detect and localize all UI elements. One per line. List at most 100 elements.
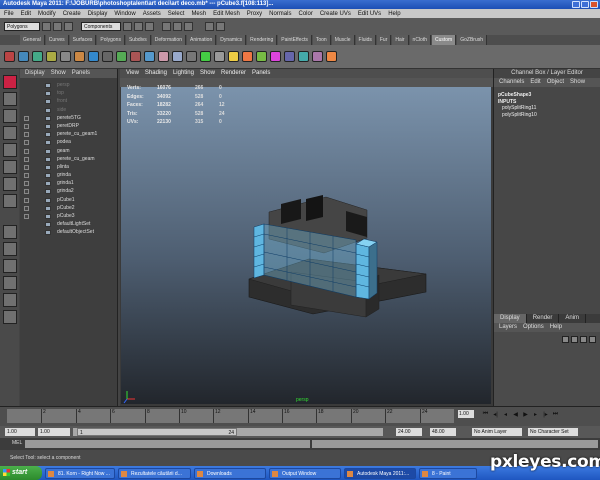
taskbar-item[interactable]: Rezultatele căutării d... — [118, 467, 191, 479]
playback-button[interactable]: ⏮ — [482, 411, 489, 418]
shelf-plane-icon[interactable] — [60, 51, 71, 62]
menu-proxy[interactable]: Proxy — [247, 11, 262, 17]
menu-display[interactable]: Display — [88, 11, 108, 17]
outliner-item[interactable]: top — [20, 89, 117, 97]
menu-window[interactable]: Window — [114, 11, 135, 17]
outliner-item[interactable]: grinda2 — [20, 187, 117, 195]
shelf-tab-ncloth[interactable]: nCloth — [409, 35, 431, 45]
outliner-item[interactable]: grinda — [20, 171, 117, 179]
current-frame-field[interactable]: 1.00 — [458, 410, 474, 418]
playback-button[interactable]: |▸ — [542, 411, 549, 418]
playback-button[interactable]: ⏭ — [552, 411, 559, 418]
shelf-texture-icon[interactable] — [256, 51, 267, 62]
expand-icon[interactable] — [24, 164, 29, 170]
ipr-render-icon[interactable] — [216, 22, 225, 31]
shelf-camera-icon[interactable] — [214, 51, 225, 62]
outliner-item[interactable]: defaultObjectSet — [20, 228, 117, 236]
channel-menu-channels[interactable]: Channels — [499, 78, 524, 87]
range-slider[interactable]: 1 24 — [73, 428, 383, 436]
shelf-tab-fur[interactable]: Fur — [376, 35, 392, 45]
outliner-layout-icon[interactable] — [2, 276, 17, 290]
shelf-torus-icon[interactable] — [74, 51, 85, 62]
menu-edit-mesh[interactable]: Edit Mesh — [213, 11, 240, 17]
scale-tool-icon[interactable] — [2, 160, 17, 174]
expand-icon[interactable] — [24, 181, 29, 187]
rotate-tool-icon[interactable] — [2, 143, 17, 157]
single-pane-layout-icon[interactable] — [2, 225, 17, 239]
viewport-menu-lighting[interactable]: Lighting — [173, 69, 194, 78]
input-node[interactable]: polySplitRing10 — [498, 112, 600, 119]
select-component-icon[interactable] — [145, 22, 154, 31]
taskbar-item[interactable]: Autodesk Maya 2011:... — [344, 467, 416, 479]
time-ruler[interactable]: 2 4 6 8 10 12 14 16 18 20 22 24 — [7, 409, 454, 423]
outliner-item[interactable]: pCube2 — [20, 204, 117, 212]
snap-grid-icon[interactable] — [162, 22, 171, 31]
shelf-tab-painteffects[interactable]: PaintEffects — [278, 35, 312, 45]
selected-pillar-right[interactable] — [355, 243, 370, 300]
expand-icon[interactable] — [24, 173, 29, 179]
select-tool-icon[interactable] — [2, 75, 17, 89]
expand-icon[interactable] — [24, 148, 29, 154]
taskbar-item[interactable]: Downloads — [194, 467, 266, 479]
shelf-zbrush-icon[interactable] — [326, 51, 337, 62]
viewport-menu-panels[interactable]: Panels — [252, 69, 270, 78]
snap-curve-icon[interactable] — [173, 22, 182, 31]
channel-menu-show[interactable]: Show — [570, 78, 585, 87]
menu-create-uvs[interactable]: Create UVs — [320, 11, 351, 17]
end-time-field[interactable]: 48.00 — [430, 428, 456, 436]
shelf-cube-icon[interactable] — [18, 51, 29, 62]
outliner-item[interactable]: plinta — [20, 163, 117, 171]
shelf-history-icon[interactable] — [284, 51, 295, 62]
shelf-tab-muscle[interactable]: Muscle — [331, 35, 355, 45]
layer-menu-options[interactable]: Options — [523, 323, 544, 332]
new-layer-empty-icon[interactable] — [580, 336, 587, 343]
shelf-merge-icon[interactable] — [130, 51, 141, 62]
close-button[interactable] — [590, 1, 598, 8]
layer-menu-layers[interactable]: Layers — [499, 323, 517, 332]
shelf-tab-dynamics[interactable]: Dynamics — [217, 35, 247, 45]
shelf-tab-animation[interactable]: Animation — [186, 35, 217, 45]
outliner-menu-show[interactable]: Show — [51, 69, 66, 78]
select-object-icon[interactable] — [134, 22, 143, 31]
selected-pillar-left[interactable] — [253, 223, 265, 279]
character-set-dropdown[interactable]: No Character Set — [528, 428, 578, 436]
shelf-cylinder-icon[interactable] — [32, 51, 43, 62]
taskbar-item[interactable]: 81. Korn - Right Now ... — [45, 467, 115, 479]
viewport-menu-shading[interactable]: Shading — [145, 69, 167, 78]
layer-tab-anim[interactable]: Anim — [559, 314, 587, 323]
layer-move-down-icon[interactable] — [571, 336, 578, 343]
shelf-mirror-icon[interactable] — [186, 51, 197, 62]
new-scene-icon[interactable] — [42, 22, 51, 31]
save-scene-icon[interactable] — [64, 22, 73, 31]
channel-menu-object[interactable]: Object — [547, 78, 564, 87]
shelf-split-ring-icon[interactable] — [116, 51, 127, 62]
open-scene-icon[interactable] — [53, 22, 62, 31]
outliner-item[interactable]: grinda1 — [20, 179, 117, 187]
taskbar-item[interactable]: Output Window — [269, 467, 341, 479]
shelf-bevel-icon[interactable] — [102, 51, 113, 62]
graph-layout-icon[interactable] — [2, 293, 17, 307]
manipulator-tool-icon[interactable] — [2, 177, 17, 191]
hypershade-layout-icon[interactable] — [2, 310, 17, 324]
shelf-tab-general[interactable]: General — [20, 35, 45, 45]
shelf-cone-icon[interactable] — [46, 51, 57, 62]
shelf-smooth-icon[interactable] — [144, 51, 155, 62]
outliner-item[interactable]: peretDRP — [20, 122, 117, 130]
outliner-item[interactable]: podea — [20, 138, 117, 146]
expand-icon[interactable] — [24, 197, 29, 203]
anim-layer-dropdown[interactable]: No Anim Layer — [472, 428, 522, 436]
snap-point-icon[interactable] — [184, 22, 193, 31]
expand-icon[interactable] — [24, 214, 29, 219]
shelf-tab-rendering[interactable]: Rendering — [247, 35, 278, 45]
playback-button[interactable]: ◀ — [512, 411, 519, 418]
shelf-freeze-icon[interactable] — [298, 51, 309, 62]
expand-icon[interactable] — [24, 205, 29, 211]
two-pane-layout-icon[interactable] — [2, 259, 17, 273]
viewport-menu-renderer[interactable]: Renderer — [221, 69, 246, 78]
start-time-field[interactable]: 1.00 — [5, 428, 35, 436]
shelf-center-pivot-icon[interactable] — [312, 51, 323, 62]
select-hierarchy-icon[interactable] — [123, 22, 132, 31]
menu-edit-uvs[interactable]: Edit UVs — [358, 11, 381, 17]
menu-file[interactable]: File — [4, 11, 14, 17]
expand-icon[interactable] — [24, 115, 29, 121]
